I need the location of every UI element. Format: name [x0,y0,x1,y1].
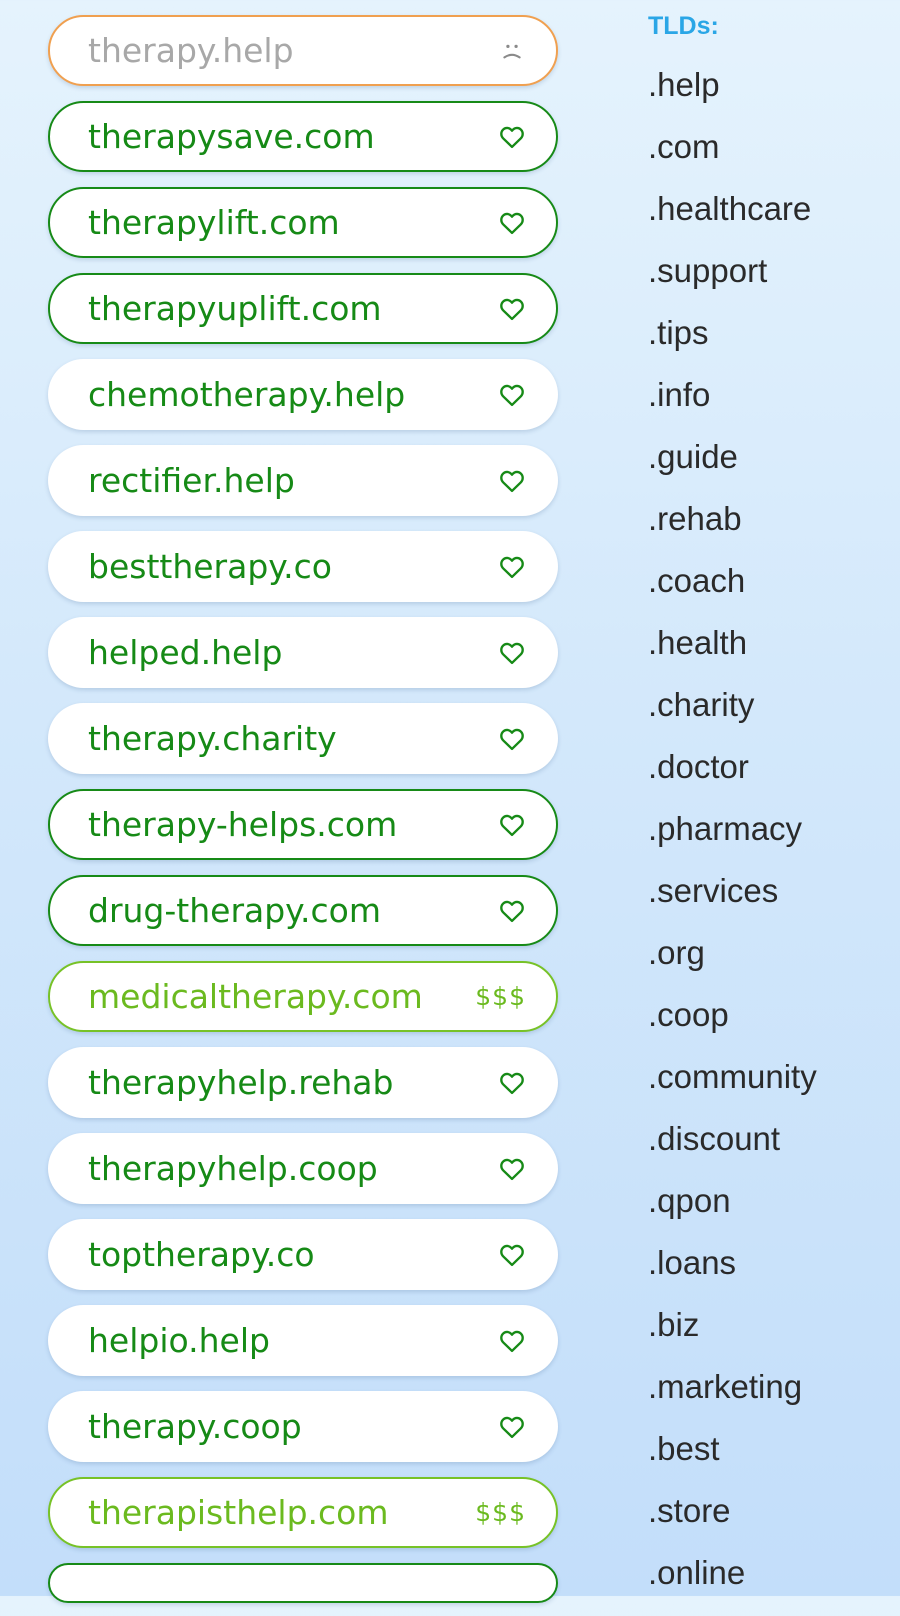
sad-face-icon [494,35,526,67]
tld-item[interactable]: .com [648,128,817,190]
domain-result-item[interactable]: therapylift.com [48,187,558,258]
domain-name: therapyhelp.coop [88,1149,378,1188]
tld-item[interactable]: .support [648,252,817,314]
domain-name: therapisthelp.com [88,1493,389,1532]
heart-icon[interactable] [494,207,526,239]
domain-result-item[interactable]: therapyhelp.coop [48,1133,558,1204]
domain-name: therapy-helps.com [88,805,398,844]
tld-item[interactable]: .loans [648,1244,817,1306]
heart-icon[interactable] [494,379,526,411]
tld-list: .help .com .healthcare .support .tips .info .g… [648,66,817,1616]
domain-name: medicaltherapy.com [88,977,423,1016]
tld-header: TLDs: [648,12,719,40]
domain-name: helpio.help [88,1321,270,1360]
domain-name: therapysave.com [88,117,375,156]
heart-icon[interactable] [494,637,526,669]
tld-item[interactable]: .rehab [648,500,817,562]
heart-icon[interactable] [494,895,526,927]
domain-result-item[interactable]: therapyhelp.rehab [48,1047,558,1118]
domain-result-item[interactable]: therapysave.com [48,101,558,172]
premium-price-badge: $$$ [475,1498,526,1527]
tld-panel: TLDs: .help .com .healthcare .support .tips.… [648,12,817,1616]
tld-item[interactable]: .online [648,1554,817,1616]
tld-item[interactable]: .pharmacy [648,810,817,872]
domain-result-item[interactable] [48,1563,558,1603]
heart-icon[interactable] [494,551,526,583]
tld-item[interactable]: .healthcare [648,190,817,252]
domain-name: therapyuplift.com [88,289,382,328]
domain-result-item[interactable]: therapy.charity [48,703,558,774]
domain-name: rectifier.help [88,461,295,500]
tld-item[interactable]: .charity [648,686,817,748]
domain-result-item[interactable]: medicaltherapy.com $$$ [48,961,558,1032]
heart-icon[interactable] [494,465,526,497]
heart-icon[interactable] [494,809,526,841]
tld-item[interactable]: .services [648,872,817,934]
domain-name: toptherapy.co [88,1235,315,1274]
tld-item[interactable]: .community [648,1058,817,1120]
domain-name: therapy.coop [88,1407,302,1446]
tld-item[interactable]: .coop [648,996,817,1058]
heart-icon[interactable] [494,1325,526,1357]
tld-item[interactable]: .health [648,624,817,686]
heart-icon[interactable] [494,723,526,755]
tld-item[interactable]: .org [648,934,817,996]
tld-item[interactable]: .guide [648,438,817,500]
heart-icon[interactable] [494,121,526,153]
premium-price-badge: $$$ [475,982,526,1011]
domain-name: helped.help [88,633,283,672]
domain-result-item[interactable]: therapyuplift.com [48,273,558,344]
tld-item[interactable]: .help [648,66,817,128]
domain-result-item[interactable]: therapy-helps.com [48,789,558,860]
domain-name: chemotherapy.help [88,375,406,414]
domain-name: therapy.help [88,31,294,70]
heart-icon[interactable] [494,1067,526,1099]
domain-result-item[interactable]: drug-therapy.com [48,875,558,946]
tld-item[interactable]: .store [648,1492,817,1554]
domain-result-item[interactable]: rectifier.help [48,445,558,516]
domain-results-list: therapy.help therapysave.com therapylift.c… [48,15,558,1603]
tld-item[interactable]: .biz [648,1306,817,1368]
domain-name: besttherapy.co [88,547,332,586]
domain-name: therapyhelp.rehab [88,1063,394,1102]
domain-result-item[interactable]: therapy.help [48,15,558,86]
tld-item[interactable]: .marketing [648,1368,817,1430]
domain-name: drug-therapy.com [88,891,381,930]
domain-result-item[interactable]: helped.help [48,617,558,688]
heart-icon[interactable] [494,1153,526,1185]
domain-name: therapy.charity [88,719,337,758]
domain-result-item[interactable]: therapisthelp.com $$$ [48,1477,558,1548]
heart-icon[interactable] [494,293,526,325]
tld-item[interactable]: .qpon [648,1182,817,1244]
tld-item[interactable]: .doctor [648,748,817,810]
domain-result-item[interactable]: helpio.help [48,1305,558,1376]
domain-name: therapylift.com [88,203,340,242]
tld-item[interactable]: .best [648,1430,817,1492]
domain-result-item[interactable]: therapy.coop [48,1391,558,1462]
tld-item[interactable]: .coach [648,562,817,624]
domain-result-item[interactable]: besttherapy.co [48,531,558,602]
tld-item[interactable]: .info [648,376,817,438]
domain-result-item[interactable]: toptherapy.co [48,1219,558,1290]
heart-icon[interactable] [494,1411,526,1443]
domain-result-item[interactable]: chemotherapy.help [48,359,558,430]
tld-item[interactable]: .discount [648,1120,817,1182]
tld-item[interactable]: .tips [648,314,817,376]
heart-icon[interactable] [494,1239,526,1271]
